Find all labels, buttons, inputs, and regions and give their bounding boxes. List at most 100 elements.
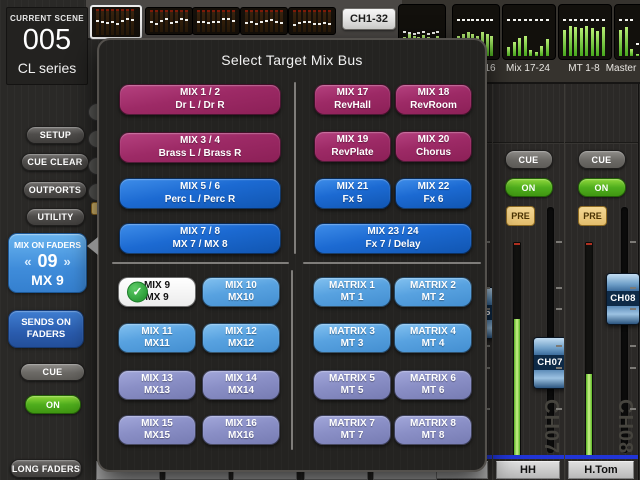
bus-button-mix-12[interactable]: MIX 12MX12 [202,323,280,353]
strip-on-button[interactable]: ON [578,178,626,197]
input-meter-block[interactable] [192,7,240,35]
bus-button-mix-13[interactable]: MIX 13MX13 [118,370,196,400]
fader-scale-tick [630,367,636,369]
mix-on-faders-panel[interactable]: MIX ON FADERS « 09 » MX 9 [8,233,87,293]
meter-mark [227,18,230,20]
output-meter-label: Mix 17-24 [498,61,558,76]
fader-scale-tick [630,308,636,310]
meter-mark [270,19,273,21]
strip-divider [565,142,638,143]
meter-bar [591,28,594,56]
bus-button-matrix-3[interactable]: MATRIX 3MT 3 [313,323,391,353]
input-meter-block[interactable] [90,5,142,39]
fader-scale-tick [630,345,636,347]
cue-clear-button[interactable]: CUE CLEAR [21,153,89,171]
on-button[interactable]: ON [25,395,81,414]
bus-button-name: Chorus [416,147,451,160]
input-meter-block[interactable] [145,7,193,35]
channel-name-box[interactable]: HH [496,461,560,479]
strip-on-button[interactable]: ON [505,178,553,197]
meter-mark [250,21,253,23]
outports-button[interactable]: OUTPORTS [23,181,87,199]
bus-button-mix-20[interactable]: MIX 20Chorus [395,131,472,162]
fader-cap[interactable]: CH08 [606,273,640,325]
setup-button[interactable]: SETUP [26,126,85,144]
bus-button-name: MT 1 [341,292,364,305]
meter-mark [569,19,572,21]
bus-button-mix-19[interactable]: MIX 19RevPlate [314,131,391,162]
bus-button-mix-22[interactable]: MIX 22Fx 6 [395,178,472,209]
bus-button-mix-1-2[interactable]: MIX 1 / 2Dr L / Dr R [119,84,281,115]
bus-button-mix-10[interactable]: MIX 10MX10 [202,277,280,307]
bus-button-matrix-6[interactable]: MATRIX 6MT 6 [394,370,472,400]
cue-button[interactable]: CUE [20,363,85,381]
meter-bar [630,49,633,56]
strip-cue-button[interactable]: CUE [578,150,626,169]
bus-button-name: MX11 [144,338,170,351]
bus-button-title: MIX 13 [141,373,173,386]
meter-bar [625,27,628,56]
channel-name-box[interactable]: H.Tom [568,461,634,479]
bus-button-mix-11[interactable]: MIX 11MX11 [118,323,196,353]
output-meter-label: Master [602,61,640,76]
bus-button-title: MIX 18 [418,87,450,100]
selected-bus-button-mix-9[interactable]: ✓MIX 9MX 9 [118,277,196,307]
bus-button-title: MIX 3 / 4 [180,135,220,148]
bus-button-matrix-4[interactable]: MATRIX 4MT 4 [394,323,472,353]
bus-button-mix-15[interactable]: MIX 15MX15 [118,415,196,445]
meter-bar [513,42,516,56]
bus-button-title: MATRIX 8 [410,418,456,431]
bus-button-name: Fx 7 / Delay [365,239,420,252]
bus-button-mix-23-24[interactable]: MIX 23 / 24Fx 7 / Delay [314,223,472,254]
bus-button-title: MIX 23 / 24 [367,226,418,239]
meter-mark [408,32,411,34]
bus-button-mix-16[interactable]: MIX 16MX16 [202,415,280,445]
meter-mark [155,23,158,25]
long-faders-button[interactable]: LONG FADERS [10,459,82,478]
pre-badge[interactable]: PRE [578,206,607,226]
input-meter-block[interactable] [288,7,336,35]
bus-button-name: MT 7 [341,430,364,443]
meter-bar [507,47,510,56]
meter-mark [432,32,435,34]
meter-mark [293,24,296,26]
next-mix-chevron-icon[interactable]: » [64,254,71,269]
bus-button-title: MIX 20 [418,134,450,147]
meter-mark [275,21,278,23]
meter-bar [546,39,549,56]
meter-mark [328,23,331,25]
bus-button-matrix-1[interactable]: MATRIX 1MT 1 [313,277,391,307]
meter-mark [126,18,129,20]
pre-badge[interactable]: PRE [506,206,535,226]
bus-button-matrix-5[interactable]: MATRIX 5MT 5 [313,370,391,400]
meter-mark [170,22,173,24]
bus-button-mix-14[interactable]: MIX 14MX14 [202,370,280,400]
bus-button-matrix-7[interactable]: MATRIX 7MT 7 [313,415,391,445]
bus-button-name: RevRoom [410,100,457,113]
bus-button-mix-21[interactable]: MIX 21Fx 5 [314,178,391,209]
meter-mark [518,19,521,21]
bus-button-mix-18[interactable]: MIX 18RevRoom [395,84,472,115]
channel-bank-button[interactable]: CH1-32 [342,8,396,30]
meter-bar [126,9,129,35]
scene-series-label: CL series [7,60,87,76]
bus-button-matrix-8[interactable]: MATRIX 8MT 8 [394,415,472,445]
meter-mark [260,21,263,23]
bus-button-mix-3-4[interactable]: MIX 3 / 4Brass L / Brass R [119,132,281,163]
bus-button-name: MX15 [144,430,170,443]
strip-cue-button[interactable]: CUE [505,150,553,169]
output-meter-block [614,4,640,60]
bus-button-matrix-2[interactable]: MATRIX 2MT 2 [394,277,472,307]
prev-mix-chevron-icon[interactable]: « [24,254,31,269]
meter-mark [175,21,178,23]
bus-button-mix-17[interactable]: MIX 17RevHall [314,84,391,115]
meter-bar [155,10,158,32]
bus-button-title: MATRIX 1 [329,280,375,293]
input-meter-block[interactable] [240,7,288,35]
bus-button-mix-7-8[interactable]: MIX 7 / 8MX 7 / MX 8 [119,223,281,254]
sends-on-faders-button[interactable]: SENDS ON FADERS [8,310,84,348]
bus-button-mix-5-6[interactable]: MIX 5 / 6Perc L / Perc R [119,178,281,209]
utility-button[interactable]: UTILITY [26,208,85,226]
bus-button-title: MIX 21 [337,181,369,194]
fader-scale-tick [556,287,562,289]
